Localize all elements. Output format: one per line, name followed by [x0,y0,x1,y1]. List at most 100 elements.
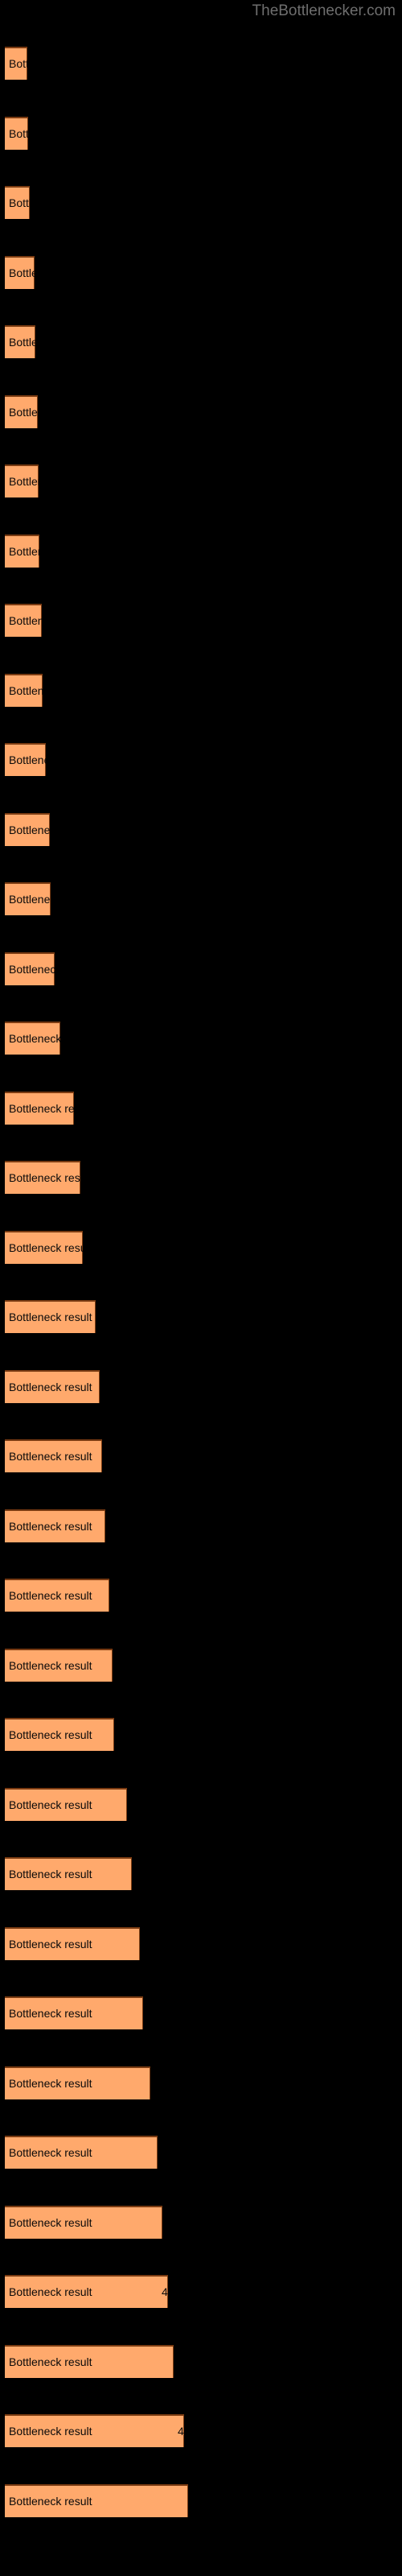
bar[interactable] [5,1370,100,1403]
bar-row[interactable]: Bottleneck result [5,395,38,428]
bar-row[interactable]: Bottleneck result 4 [5,2414,184,2447]
bar-row[interactable]: Bottleneck result [5,1927,140,1960]
bar-row[interactable]: Bottleneck result [5,1161,80,1194]
bar-row[interactable]: Bottleneck result [5,1231,83,1264]
bar-row[interactable]: Bottleneck result [5,743,46,776]
bar-clip: Bottleneck result [5,256,35,289]
bar-clip: Bottleneck result [5,882,51,915]
bar-value-clip: 4 [5,2275,168,2308]
bar-clip: Bottleneck result [5,2136,158,2169]
bar-clip: Bottleneck result [5,1439,102,1472]
bar-clip: Bottleneck result [5,604,42,637]
bar-clip: Bottleneck result [5,1788,127,1821]
bar-value-label: 4 [162,2285,168,2298]
bar-clip: Bottleneck result [5,743,46,776]
bar-clip: Bottleneck result [5,952,55,985]
bar-row[interactable]: Bottleneck result [5,1370,100,1403]
bar[interactable] [5,1718,114,1751]
bar-row[interactable]: Bottleneck result [5,2206,162,2239]
bar-clip: Bottleneck result [5,47,27,80]
bar[interactable] [5,1927,140,1960]
bar-value-label: 4 [178,2425,184,2438]
bar-clip: Bottleneck result [5,2345,174,2378]
bar[interactable] [5,1857,132,1890]
bar-row[interactable]: Bottleneck result [5,325,35,358]
bar-clip: Bottleneck result [5,1022,60,1055]
bar[interactable] [5,743,46,776]
bar-row[interactable]: Bottleneck result [5,1509,105,1542]
bar-row[interactable]: Bottleneck result [5,1092,74,1125]
bar[interactable] [5,2206,162,2239]
bar[interactable] [5,1788,127,1821]
bar-row[interactable]: Bottleneck result [5,882,51,915]
bar-row[interactable]: Bottleneck result [5,1649,113,1682]
bar-row[interactable]: Bottleneck result [5,1439,102,1472]
bar-row[interactable]: Bottleneck result [5,1022,60,1055]
bar-clip: Bottleneck result [5,1996,143,2029]
bar-row[interactable]: Bottleneck result [5,186,30,219]
bar[interactable] [5,395,38,428]
bar-clip: Bottleneck result [5,1579,109,1612]
bar[interactable] [5,1231,83,1264]
bar-row[interactable]: Bottleneck result [5,1996,143,2029]
bar-clip: Bottleneck result [5,1509,105,1542]
bar[interactable] [5,2484,188,2517]
bar-clip: Bottleneck result [5,1161,80,1194]
bar[interactable] [5,952,55,985]
bar-row[interactable]: Bottleneck result [5,674,43,707]
bar[interactable] [5,882,51,915]
bar[interactable] [5,813,50,846]
bar[interactable] [5,256,35,289]
bar-clip: Bottleneck result [5,2484,188,2517]
bar-clip: Bottleneck result [5,1927,140,1960]
bar-row[interactable]: Bottleneck result [5,1300,96,1333]
bar-row[interactable]: Bottleneck result 4 [5,2275,168,2308]
bar[interactable] [5,1161,80,1194]
bar-row[interactable]: Bottleneck result [5,1718,114,1751]
bar-row[interactable]: Bottleneck result [5,2136,158,2169]
bar-row[interactable]: Bottleneck result [5,464,39,497]
bar-clip: Bottleneck result [5,1370,100,1403]
bar-clip: Bottleneck result [5,1092,74,1125]
bar[interactable] [5,1579,109,1612]
bar-clip: Bottleneck result [5,1718,114,1751]
bar-row[interactable]: Bottleneck result [5,1579,109,1612]
bar[interactable] [5,674,43,707]
bar[interactable] [5,1300,96,1333]
bar-row[interactable]: Bottleneck result [5,813,50,846]
bar[interactable] [5,117,28,150]
bar[interactable] [5,1439,102,1472]
bar-row[interactable]: Bottleneck result [5,2066,150,2099]
bar[interactable] [5,1649,113,1682]
bar-clip: Bottleneck result [5,1649,113,1682]
bar[interactable] [5,2345,174,2378]
bottleneck-bar-chart: TheBottlenecker.com Bottleneck resultBot… [0,0,402,2576]
bar[interactable] [5,2136,158,2169]
bar-row[interactable]: Bottleneck result [5,2345,174,2378]
bar-row[interactable]: Bottleneck result [5,604,42,637]
bar[interactable] [5,1996,143,2029]
bar[interactable] [5,325,35,358]
bar-row[interactable]: Bottleneck result [5,952,55,985]
bar-row[interactable]: Bottleneck result [5,117,28,150]
bar[interactable] [5,186,30,219]
bar-row[interactable]: Bottleneck result [5,1857,132,1890]
bar-row[interactable]: Bottleneck result [5,1788,127,1821]
bar-row[interactable]: Bottleneck result [5,2484,188,2517]
bar-clip: Bottleneck result [5,1231,83,1264]
bar-clip: Bottleneck result [5,535,39,568]
bar-row[interactable]: Bottleneck result [5,47,27,80]
bar[interactable] [5,1092,74,1125]
bar[interactable] [5,47,27,80]
bar[interactable] [5,1022,60,1055]
bar[interactable] [5,464,39,497]
bar[interactable] [5,2066,150,2099]
bar-clip: Bottleneck result [5,2206,162,2239]
bar-row[interactable]: Bottleneck result [5,256,35,289]
bars-layer: Bottleneck result Bottleneck result Bottle… [0,0,402,2576]
bar-row[interactable]: Bottleneck result [5,535,39,568]
bar[interactable] [5,1509,105,1542]
bar-clip: Bottleneck result [5,674,43,707]
bar[interactable] [5,535,39,568]
bar[interactable] [5,604,42,637]
